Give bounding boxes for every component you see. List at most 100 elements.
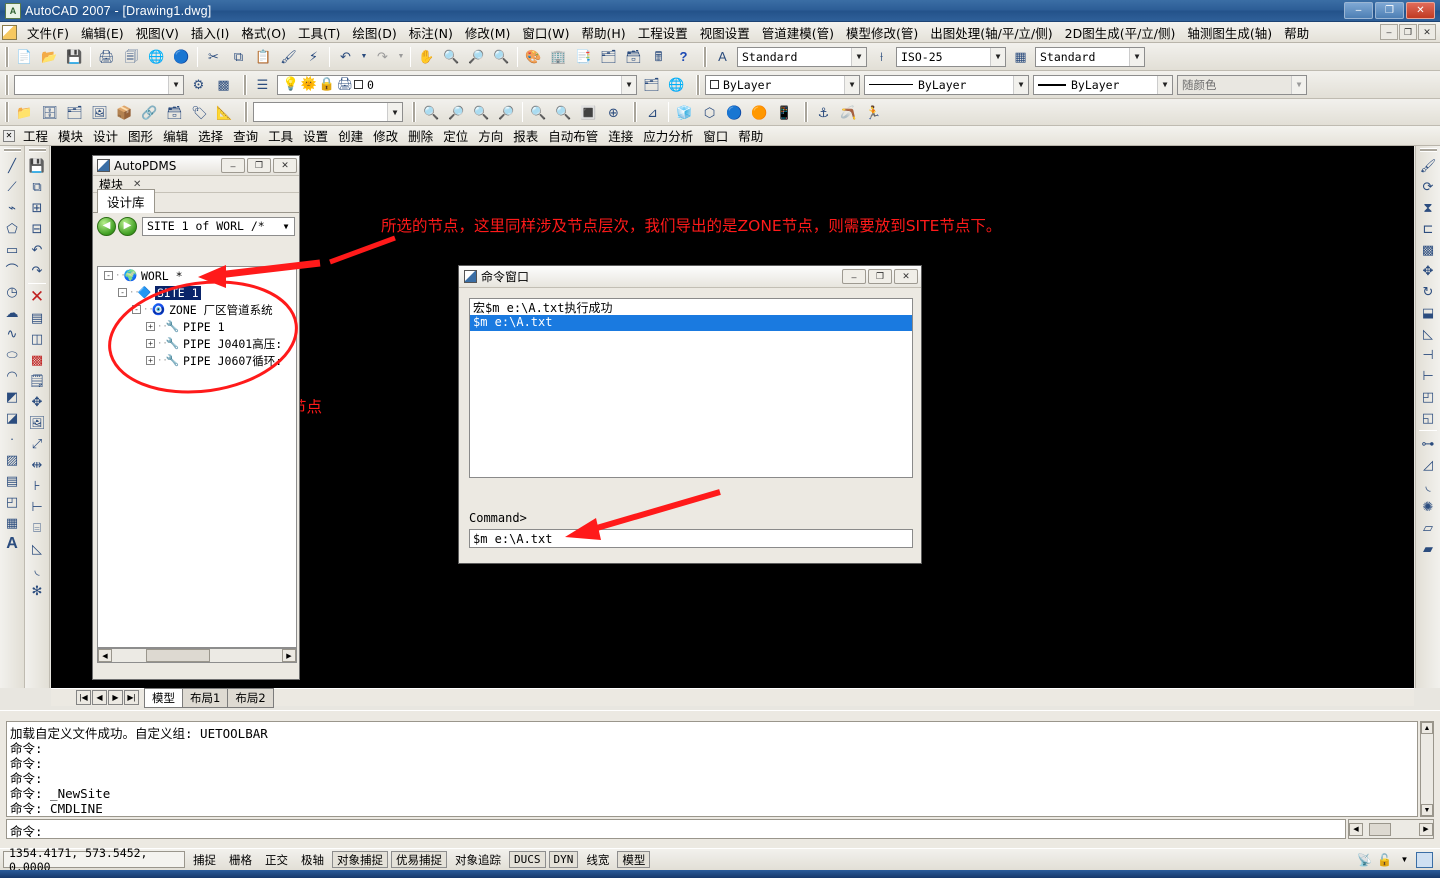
render-icon[interactable]: 🟠 [748,101,771,123]
command-input-line[interactable]: 命令: [6,819,1346,839]
polyline-icon[interactable]: ⌁ [1,197,23,218]
mdi-close-button[interactable]: ✕ [1418,24,1436,40]
plot-preview-icon[interactable]: 🗐 [120,46,143,68]
status-toggle-grid[interactable]: 栅格 [224,851,257,868]
redo-icon[interactable]: ↷ [371,46,394,68]
expander-icon[interactable]: - [118,288,127,297]
expander-icon[interactable]: - [132,305,141,314]
pdms-menu-orientation[interactable]: 方向 [473,125,508,146]
pdms-close-button[interactable]: ✕ [273,158,297,173]
zoom-all-icon[interactable]: ⊕ [602,101,625,123]
cmd-minimize-button[interactable]: – [842,269,866,284]
multiline-text-icon[interactable]: A [1,533,23,554]
workspace-combo[interactable]: ▼ [14,74,184,95]
minimize-button[interactable]: – [1344,2,1373,19]
pdms-menu-position[interactable]: 定位 [438,125,473,146]
toolbar-grip[interactable] [5,102,9,122]
pdms-menu-design[interactable]: 设计 [88,125,123,146]
arc-icon[interactable]: ⌒ [1,260,23,281]
zoom-in-icon[interactable]: 🔍 [527,101,550,123]
copy-paste-icon[interactable]: 🗒 [26,370,48,391]
command-input-field[interactable]: $m e:\A.txt [469,529,913,548]
paste-icon[interactable]: 📋 [252,46,275,68]
scroll-down-icon[interactable]: ▼ [1421,804,1433,816]
zoom-window-icon[interactable]: 🔎 [465,46,488,68]
erase-x-icon[interactable]: ✕ [26,286,48,307]
zoom-center-icon[interactable]: 🔎 [495,101,518,123]
extend-line-icon[interactable]: ⊢ [1417,365,1439,386]
match-prop-icon[interactable]: 🖌 [1417,155,1439,176]
previous-layout-button[interactable]: ◀ [92,690,107,705]
pdms-menu-module[interactable]: 模块 [53,125,88,146]
open-icon[interactable]: 📂 [38,46,61,68]
block-editor-icon[interactable]: ⚡ [302,46,325,68]
toolbar-grip[interactable] [3,148,21,152]
command-vertical-scrollbar[interactable]: ▲ ▼ [1420,721,1434,817]
menu-item-file[interactable]: 文件(F) [21,21,75,44]
maximize-viewport-icon[interactable] [1416,851,1433,868]
tab-layout2[interactable]: 布局2 [227,687,274,708]
toolbar-grip[interactable] [696,74,700,95]
scrollbar-thumb[interactable] [1369,822,1391,836]
revision-cloud-icon[interactable]: ☁ [1,302,23,323]
save-red-icon[interactable]: 💾 [26,155,48,176]
menu-item-draw[interactable]: 绘图(D) [346,21,402,44]
move-icon[interactable]: ✥ [26,391,48,412]
dim-style-icon[interactable]: ⟊ [870,46,893,68]
chevron-down-icon[interactable]: ▼ [990,47,1005,66]
break-icon[interactable]: ◱ [1417,407,1439,428]
explode-icon[interactable]: ✻ [26,580,48,601]
linetype-control-combo[interactable]: ByLayer ▼ [864,74,1029,95]
toolbar-grip[interactable] [5,46,9,67]
markup-icon[interactable]: 🗂 [597,46,620,68]
communication-center-icon[interactable]: 📡 [1356,852,1373,868]
array-icon[interactable]: ▩ [1417,239,1439,260]
hatch-icon[interactable]: ▨ [1,449,23,470]
zoom-out-icon[interactable]: 🔍 [552,101,575,123]
array-grid-icon[interactable]: ▩ [26,349,48,370]
workspace-lock-icon[interactable]: ▩ [212,74,235,96]
menu-item-model-modify[interactable]: 模型修改(管) [840,21,924,44]
status-toggle-dyn[interactable]: DYN [548,851,579,868]
pdms-menu-modify[interactable]: 修改 [368,125,403,146]
stretch-shape-icon[interactable]: ◺ [1417,323,1439,344]
redo-arrow-icon[interactable]: ↷ [26,260,48,281]
layout-icon[interactable]: 📐 [213,101,236,123]
tree-node-zone[interactable]: - ·· 🧿 ZONE 厂区管道系统 [98,301,296,318]
lock-icon[interactable]: 🔓 [1376,852,1393,868]
3dview-iso-icon[interactable]: ⬡ [698,101,721,123]
pdms-menu-create[interactable]: 创建 [333,125,368,146]
chevron-down-icon[interactable]: ▼ [278,222,294,231]
text-style-combo[interactable]: Standard ▼ [737,46,867,67]
make-block-icon[interactable]: ◪ [1,407,23,428]
match-properties-icon[interactable]: 🖌 [277,46,300,68]
maximize-button[interactable]: ❐ [1375,2,1404,19]
chevron-down-icon[interactable]: ▼ [844,75,859,94]
copy-object-icon[interactable]: ⧉ [26,176,48,197]
dbconnect-icon[interactable]: 🗃 [163,101,186,123]
plot-icon[interactable]: 🖨 [95,46,118,68]
menu-item-format[interactable]: 格式(O) [235,21,292,44]
rectangle-icon[interactable]: ▭ [1,239,23,260]
tree-node-world[interactable]: - ·· 🌍 WORL * [98,267,296,284]
lineweight-control-combo[interactable]: ByLayer ▼ [1033,74,1173,95]
toolbar-grip[interactable] [5,74,9,95]
line-icon[interactable]: ╱ [1,155,23,176]
chevron-down-icon[interactable]: ▼ [1291,75,1306,94]
field-icon[interactable]: 🏷 [188,101,211,123]
menu-item-iso-generation[interactable]: 轴测图生成(轴) [1181,21,1278,44]
menu-item-insert[interactable]: 插入(I) [185,21,235,44]
break-icon[interactable]: ⌸ [26,517,48,538]
expander-icon[interactable]: + [146,339,155,348]
cut-icon[interactable]: ✂ [202,46,225,68]
tab-model[interactable]: 模型 [144,687,183,708]
zoom-scale-icon[interactable]: 🔍 [470,101,493,123]
lock-icon[interactable]: 🔒 [319,74,335,96]
web-publish-icon[interactable]: 🔵 [170,46,193,68]
pdms-menu-stress-analysis[interactable]: 应力分析 [638,125,698,146]
menu-item-help2[interactable]: 帮助 [1278,21,1315,44]
plotstyle-control-combo[interactable]: 随颜色 ▼ [1177,74,1307,95]
light-on-icon[interactable]: 💡 [283,74,299,96]
expander-icon[interactable]: + [146,322,155,331]
zoom-realtime-icon[interactable]: 🔍 [440,46,463,68]
